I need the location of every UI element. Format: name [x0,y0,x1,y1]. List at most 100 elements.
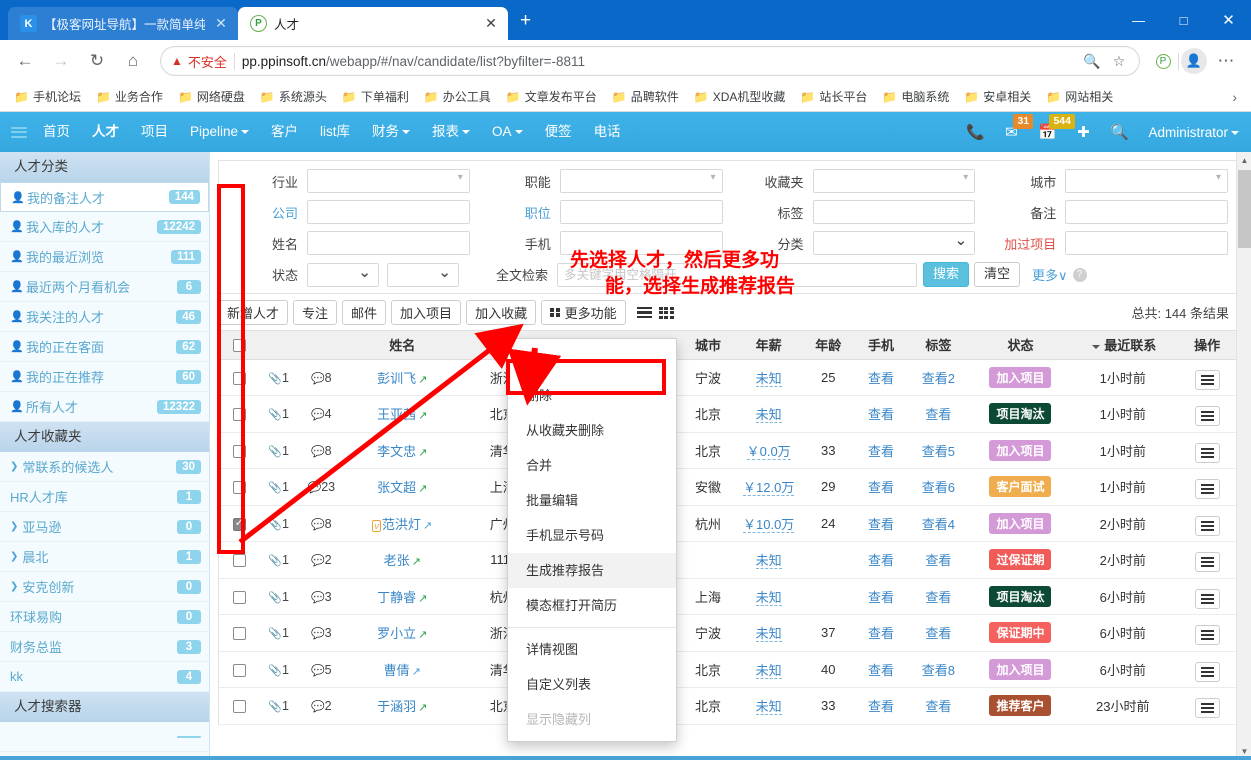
salary-cell[interactable]: 未知 [733,687,804,725]
table-row[interactable]: 📎1 💬3 丁静睿↗ 杭州商盟 上海 未知 查看 查看 项目淘汰 6小时前 [219,578,1242,615]
row-select-cell[interactable] [219,505,260,542]
phone-view-link[interactable]: 查看 [868,371,894,386]
name-cell[interactable]: 王亚茜 ↗ [344,395,460,433]
sidebar-item-my-recent-views[interactable]: 👤 我的最近浏览 111 [0,242,209,272]
th-age[interactable]: 年龄 [803,331,853,360]
operations-cell[interactable] [1172,651,1242,688]
note-field[interactable] [1065,200,1228,224]
row-checkbox[interactable] [232,408,246,422]
external-link-icon[interactable]: ↗ [418,702,427,714]
row-checkbox[interactable] [232,700,246,714]
operations-cell[interactable] [1172,468,1242,506]
phone-cell[interactable]: 查看 [852,578,910,615]
name-cell[interactable]: 张文超 ↗ [344,468,460,506]
list-view-icon[interactable] [636,306,652,319]
sidebar-item-hr-talent-pool[interactable]: HR人才库 1 [0,482,209,512]
phone-view-link[interactable]: 查看 [868,517,894,532]
function-input[interactable] [560,170,722,192]
sidebar-item-globalegrow[interactable]: 环球易购 0 [0,602,209,632]
phone-view-link[interactable]: 查看 [868,407,894,422]
row-select-cell[interactable] [219,651,260,688]
row-menu-icon[interactable] [1194,406,1220,427]
clear-button[interactable]: 清空 [974,262,1021,287]
external-link-icon[interactable]: ↗ [418,374,427,386]
row-select-cell[interactable] [219,541,260,579]
operations-cell[interactable] [1172,614,1242,652]
joined-project-input[interactable] [1066,232,1227,254]
salary-link[interactable]: 未知 [755,699,782,716]
name-cell[interactable]: 于涵羽 ↗ [344,687,460,725]
category-input[interactable] [813,232,975,254]
sidebar-item-followed-talent[interactable]: 👤 我关注的人才 46 [0,302,209,332]
more-filters-link[interactable]: 更多∨ [1032,265,1068,284]
external-link-icon[interactable]: ↗ [412,666,421,678]
operations-cell[interactable] [1172,541,1242,579]
minimize-icon[interactable]: — [1116,0,1161,40]
table-row[interactable]: 📎1 💬3 罗小立↗ 浙江金龙 品质经理 宁波 未知 37 查看 查看 保证期中… [219,614,1242,652]
phone-view-link[interactable]: 查看 [868,626,894,641]
filter-label[interactable]: 公司 [225,203,307,222]
tag-view-link[interactable]: 查看 [925,699,951,714]
external-link-icon[interactable]: ↗ [418,447,427,459]
table-row[interactable]: 📎1 💬8 李文忠↗ 清华大学 北京 ￥0.0万 33 查看 查看5 加入项目 … [219,432,1242,469]
nav-item-oa[interactable]: OA [481,112,534,152]
row-select-cell[interactable] [219,468,260,506]
add-to-project-button[interactable]: 加入项目 [391,300,462,325]
row-menu-icon[interactable] [1194,625,1220,646]
tag-field[interactable] [812,200,976,224]
phone-view-link[interactable]: 查看 [868,590,894,605]
menu-item-detail-view[interactable]: 详情视图 [508,632,676,667]
tag-input[interactable] [813,201,975,223]
star-icon[interactable]: ☆ [1109,53,1129,70]
row-menu-icon[interactable] [1194,698,1220,719]
filter-label[interactable]: 职位 [478,203,560,222]
browser-tab-inactive[interactable]: K 【极客网址导航】一款简单纯净 ✕ [8,7,238,40]
mobile-input[interactable] [560,232,722,254]
tag-cell[interactable]: 查看5 [909,432,968,469]
table-row[interactable]: 📎1 💬5 曹倩↗ 清华同方 助理 北京 未知 40 查看 查看8 加入项目 6… [219,651,1242,688]
user-menu[interactable]: Administrator [1138,125,1245,140]
menu-item-show-phone-number[interactable]: 手机显示号码 [508,518,676,553]
name-cell[interactable]: 丁静睿 ↗ [344,578,460,615]
row-select-cell[interactable] [219,359,260,396]
row-checkbox[interactable] [232,516,246,531]
salary-cell[interactable]: 未知 [733,614,804,652]
bookmark-item[interactable]: 📁 品聘软件 [606,86,685,107]
search-button[interactable]: 搜索 [923,262,970,287]
phone-icon[interactable]: 📞 [958,112,992,152]
name-input[interactable] [308,232,469,254]
more-functions-dropdown[interactable]: 短信 删除 从收藏夹删除 合并 批量编辑 手机显示号码 生成推荐报告 模态框打开… [507,338,677,742]
row-checkbox[interactable] [232,663,246,677]
joined-project-field[interactable] [1065,231,1228,255]
tag-cell[interactable]: 查看 [909,687,968,725]
industry-input[interactable] [308,170,469,192]
candidate-name-link[interactable]: 老张 [384,553,410,568]
nav-item-talent[interactable]: 人才 [81,112,130,152]
maximize-icon[interactable]: □ [1161,0,1206,40]
salary-link[interactable]: 未知 [755,589,782,606]
scroll-up-icon[interactable]: ▲ [1237,152,1251,169]
filter-label[interactable]: 加过项目 [983,234,1065,253]
th-phone[interactable]: 手机 [852,331,910,360]
company-field[interactable] [307,200,470,224]
table-row[interactable]: 📎1 💬2 于涵羽↗ 北京唐吉 理 北京 未知 33 查看 查看 推荐客户 23… [219,687,1242,725]
th-salary[interactable]: 年薪 [733,331,804,360]
menu-item-merge[interactable]: 合并 [508,448,676,483]
name-cell[interactable]: 老张 ↗ [344,541,460,579]
tag-view-link[interactable]: 查看 [925,553,951,568]
nav-item-customer[interactable]: 客户 [260,112,309,152]
profile-avatar[interactable]: 👤 [1181,48,1207,74]
row-checkbox[interactable] [232,371,246,385]
tag-cell[interactable]: 查看 [909,541,968,579]
salary-cell[interactable]: 未知 [733,651,804,688]
phone-cell[interactable]: 查看 [852,359,910,396]
select-all-checkbox[interactable] [232,339,246,353]
name-cell[interactable]: 彭训飞 ↗ [344,359,460,396]
name-cell[interactable]: 罗小立 ↗ [344,614,460,652]
row-select-cell[interactable] [219,395,260,433]
table-row[interactable]: 📎1 💬2 老张↗ 11111111 未知 查看 查看 过保证期 2小时前 [219,541,1242,579]
search-icon[interactable]: 🔍 [1102,112,1136,152]
row-checkbox[interactable] [232,481,246,495]
row-checkbox[interactable] [232,444,246,458]
status-input-2[interactable] [388,263,458,286]
